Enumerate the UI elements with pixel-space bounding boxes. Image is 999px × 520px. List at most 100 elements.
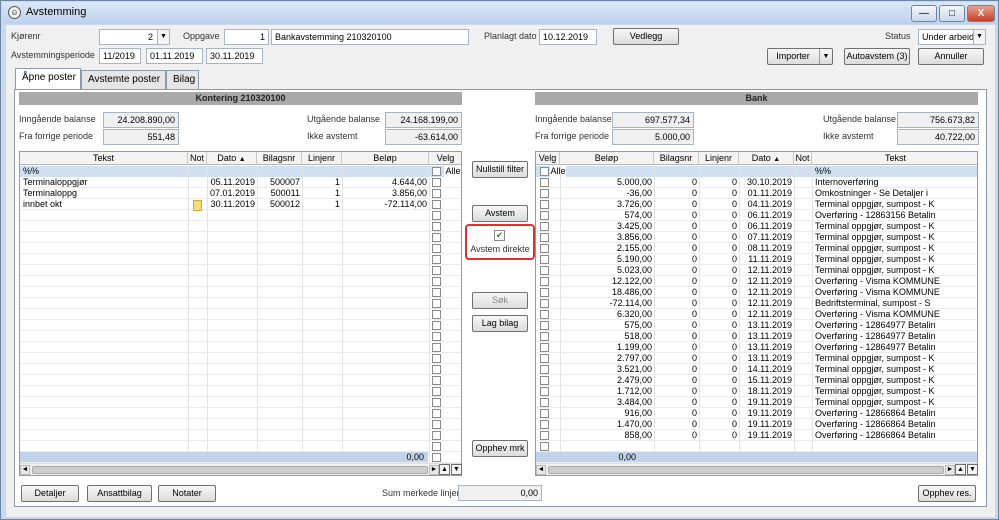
table-row[interactable]: 6.320,00 0 0 12.11.2019 Overføring - Visma K… [560,309,977,320]
tab-bilag[interactable]: Bilag [166,70,199,89]
velg-checkbox[interactable] [432,409,441,418]
lag-bilag-button[interactable]: Lag bilag [472,315,528,332]
velg-checkbox[interactable] [432,387,441,396]
annuller-button[interactable]: Annuller [918,48,984,65]
velg-checkbox[interactable] [432,442,441,451]
chevron-down-icon[interactable]: ▼ [973,30,985,44]
velg-checkbox[interactable] [432,420,441,429]
velg-checkbox[interactable] [540,277,549,286]
scroll-thumb[interactable] [548,466,944,474]
kontering-table[interactable]: Tekst Not Dato ▲ Bilagsnr Linjenr Beløp … [19,151,462,476]
autoavstem-button[interactable]: Autoavstem (3) [844,48,910,65]
velg-checkbox[interactable] [540,376,549,385]
velg-checkbox[interactable] [432,233,441,242]
scroll-right-icon[interactable]: ► [945,465,955,475]
right-hscrollbar[interactable]: ◄ ► ▲ ▼ [536,463,978,475]
col-belop[interactable]: Beløp [342,152,429,165]
chevron-down-icon[interactable]: ▼ [819,49,832,64]
periode-til-field[interactable]: 30.11.2019 [206,48,263,64]
velg-checkbox[interactable] [540,255,549,264]
velg-checkbox[interactable] [540,387,549,396]
velg-checkbox[interactable] [432,244,441,253]
move-down-icon[interactable]: ▼ [967,464,978,475]
col-linjenr[interactable]: Linjenr [302,152,342,165]
velg-checkbox[interactable] [540,200,549,209]
velg-checkbox[interactable] [540,354,549,363]
table-row[interactable]: 2.155,00 0 0 08.11.2019 Terminal oppgjør, su… [560,243,977,254]
velg-checkbox[interactable] [432,189,441,198]
oppgave-nr-field[interactable]: 1 [224,29,269,45]
col-dato[interactable]: Dato ▲ [739,152,794,165]
note-icon[interactable] [193,200,202,211]
velg-checkbox[interactable] [432,178,441,187]
velg-checkbox[interactable] [432,288,441,297]
sok-button[interactable]: Søk [472,292,528,309]
table-row[interactable]: 18.486,00 0 0 12.11.2019 Overføring - Visma … [560,287,977,298]
opphev-mrk-button[interactable]: Opphev mrk [472,440,528,457]
velg-checkbox[interactable] [432,277,441,286]
close-button[interactable]: X [967,5,995,22]
move-up-icon[interactable]: ▲ [955,464,966,475]
velg-checkbox[interactable] [432,365,441,374]
left-hscrollbar[interactable]: ◄ ► ▲ ▼ [20,463,462,475]
opphev-res-button[interactable]: Opphev res. [918,485,976,502]
col-linjenr[interactable]: Linjenr [699,152,739,165]
velg-checkbox[interactable] [540,398,549,407]
select-all-checkbox[interactable] [432,167,441,176]
table-row[interactable]: Terminaloppgjør 05.11.2019 500007 1 4.644,00 [20,177,430,188]
velg-checkbox[interactable] [540,365,549,374]
table-row[interactable]: 3.726,00 0 0 04.11.2019 Terminal oppgjør, su… [560,199,977,210]
table-row[interactable]: 5.000,00 0 0 30.10.2019 Internoverføring [560,177,977,188]
table-row[interactable]: 858,00 0 0 19.11.2019 Overføring - 12866864 … [560,430,977,441]
velg-checkbox[interactable] [540,431,549,440]
velg-checkbox[interactable] [432,299,441,308]
table-row[interactable]: 12.122,00 0 0 12.11.2019 Overføring - Visma … [560,276,977,287]
detaljer-button[interactable]: Detaljer [21,485,79,502]
minimize-button[interactable]: — [911,5,937,22]
importer-button[interactable]: Importer ▼ [767,48,833,65]
velg-checkbox[interactable] [432,332,441,341]
velg-checkbox[interactable] [540,442,549,451]
table-row[interactable]: 916,00 0 0 19.11.2019 Overføring - 12866864 … [560,408,977,419]
velg-checkbox[interactable] [540,310,549,319]
table-row[interactable]: 2.797,00 0 0 13.11.2019 Terminal oppgjør, su… [560,353,977,364]
table-row[interactable]: 1.199,00 0 0 13.11.2019 Overføring - 1286497… [560,342,977,353]
table-row[interactable]: 3.425,00 0 0 06.11.2019 Terminal oppgjør, su… [560,221,977,232]
velg-checkbox[interactable] [540,409,549,418]
table-row[interactable]: 5.190,00 0 0 11.11.2019 Terminal oppgjør, su… [560,254,977,265]
nullstill-filter-button[interactable]: Nullstill filter [472,161,528,178]
periode-field[interactable]: 11/2019 [99,48,141,64]
tab-avstemte-poster[interactable]: Avstemte poster [81,70,166,89]
col-tekst[interactable]: Tekst [812,152,977,165]
move-down-icon[interactable]: ▼ [451,464,462,475]
bank-table[interactable]: Velg Beløp Bilagsnr Linjenr Dato ▲ Not T… [535,151,978,476]
table-row[interactable]: -72.114,00 0 0 12.11.2019 Bedriftsterminal, … [560,298,977,309]
velg-checkbox[interactable] [540,332,549,341]
velg-checkbox[interactable] [432,211,441,220]
move-up-icon[interactable]: ▲ [439,464,450,475]
table-row[interactable]: 5.023,00 0 0 12.11.2019 Terminal oppgjør, su… [560,265,977,276]
filter-row[interactable]: %% Alle [20,166,461,177]
planlagt-dato-field[interactable]: 10.12.2019 [539,29,597,45]
col-velg[interactable]: Velg [429,152,461,165]
periode-fra-field[interactable]: 01.11.2019 [146,48,203,64]
table-row[interactable]: 3.856,00 0 0 07.11.2019 Terminal oppgjør, su… [560,232,977,243]
velg-checkbox[interactable] [540,321,549,330]
kjorenr-select[interactable]: 2 ▼ [99,29,170,45]
scroll-left-icon[interactable]: ◄ [536,465,546,475]
col-not[interactable]: Not [794,152,812,165]
table-row[interactable]: 3.521,00 0 0 14.11.2019 Terminal oppgjør, su… [560,364,977,375]
velg-checkbox[interactable] [432,255,441,264]
vedlegg-button[interactable]: Vedlegg [613,28,679,45]
table-row[interactable]: -36,00 0 0 01.11.2019 Omkostninger - Se Deta… [560,188,977,199]
filter-row[interactable]: Alle %% [536,166,977,177]
velg-checkbox[interactable] [432,354,441,363]
table-row[interactable]: 2.479,00 0 0 15.11.2019 Terminal oppgjør, su… [560,375,977,386]
table-row[interactable]: 574,00 0 0 06.11.2019 Overføring - 12863156 … [560,210,977,221]
col-velg[interactable]: Velg [536,152,560,165]
velg-checkbox[interactable] [540,189,549,198]
velg-checkbox[interactable] [540,343,549,352]
scroll-left-icon[interactable]: ◄ [20,465,30,475]
filter-text[interactable]: %% [23,166,39,177]
velg-checkbox[interactable] [540,233,549,242]
